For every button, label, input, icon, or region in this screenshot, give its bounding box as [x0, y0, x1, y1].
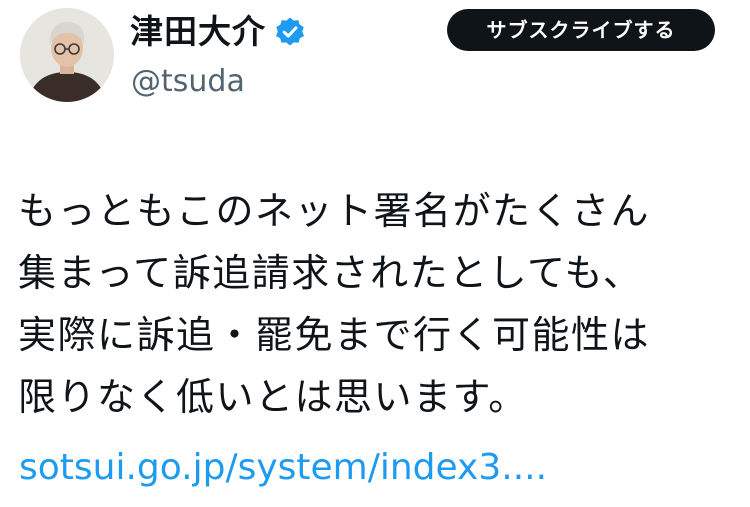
tweet-text: もっともこのネット署名がたくさん 集まって訴追請求されたとしても、 実際に訴追・…: [18, 180, 738, 428]
author-display-name[interactable]: 津田大介: [130, 10, 266, 54]
verified-badge-icon[interactable]: [274, 16, 306, 48]
tweet-link[interactable]: sotsui.go.jp/system/index3....: [19, 442, 547, 494]
avatar[interactable]: [20, 8, 114, 102]
tweet-text-line: 集まって訴追請求されたとしても、: [18, 251, 643, 295]
tweet-text-line: 実際に訴追・罷免まで行く可能性は: [18, 313, 651, 357]
author-handle[interactable]: @tsuda: [131, 62, 245, 102]
tweet-text-line: もっともこのネット署名がたくさん: [18, 189, 651, 233]
avatar-image: [20, 8, 114, 102]
tweet-text-line: 限りなく低いとは思います。: [18, 375, 528, 419]
author-name-row: 津田大介: [130, 10, 306, 54]
subscribe-button[interactable]: サブスクライブする: [447, 9, 715, 51]
